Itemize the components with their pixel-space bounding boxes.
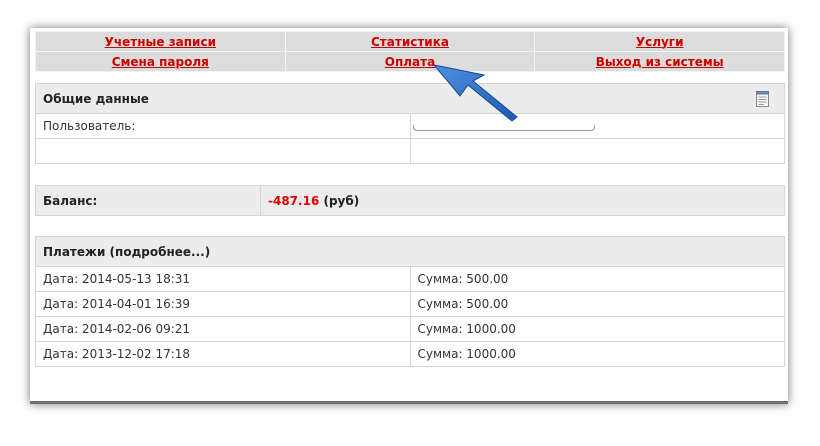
nav-link-logout[interactable]: Выход из системы bbox=[596, 55, 724, 69]
main-panel: Учетные записи Статистика Услуги Смена п… bbox=[30, 28, 788, 404]
payments-header: Платежи (подробнее...) bbox=[35, 236, 785, 267]
nav-cell-logout: Выход из системы bbox=[534, 51, 785, 72]
nav-cell-change-password: Смена пароля bbox=[35, 51, 286, 72]
user-label-cell: Пользователь: bbox=[35, 113, 411, 139]
payment-sum: Сумма: 500.00 bbox=[409, 291, 785, 317]
general-data-title: Общие данные bbox=[43, 91, 149, 106]
nav-cell-services: Услуги bbox=[534, 31, 785, 52]
balance-currency: (руб) bbox=[323, 193, 360, 208]
nav-link-payment[interactable]: Оплата bbox=[385, 55, 435, 69]
general-data-header: Общие данные bbox=[35, 83, 785, 114]
panel-bottom-border bbox=[30, 401, 788, 404]
payment-row: Дата: 2013-12-02 17:18 Сумма: 1000.00 bbox=[35, 341, 785, 367]
payment-row: Дата: 2014-05-13 18:31 Сумма: 500.00 bbox=[35, 266, 785, 292]
nav-link-statistics[interactable]: Статистика bbox=[371, 35, 449, 49]
payment-date: Дата: 2014-02-06 09:21 bbox=[35, 316, 411, 342]
arrow-pointer-icon bbox=[432, 64, 518, 122]
nav-link-services[interactable]: Услуги bbox=[636, 35, 684, 49]
notepad-icon[interactable] bbox=[756, 91, 770, 107]
balance-label: Баланс: bbox=[43, 193, 98, 208]
payment-sum: Сумма: 1000.00 bbox=[409, 341, 785, 367]
nav-cell-accounts: Учетные записи bbox=[35, 31, 286, 52]
balance-section: Баланс: -487.16 (руб) bbox=[35, 185, 785, 216]
balance-value-cell: -487.16 (руб) bbox=[260, 185, 785, 216]
empty-label-cell bbox=[35, 138, 411, 164]
nav-link-change-password[interactable]: Смена пароля bbox=[112, 55, 209, 69]
nav-link-accounts[interactable]: Учетные записи bbox=[105, 35, 216, 49]
general-data-section: Общие данные Пользователь: bbox=[35, 83, 785, 164]
payment-date: Дата: 2013-12-02 17:18 bbox=[35, 341, 411, 367]
payment-date: Дата: 2014-05-13 18:31 bbox=[35, 266, 411, 292]
payment-sum: Сумма: 1000.00 bbox=[409, 316, 785, 342]
payment-date: Дата: 2014-04-01 16:39 bbox=[35, 291, 411, 317]
payment-sum: Сумма: 500.00 bbox=[409, 266, 785, 292]
payment-row: Дата: 2014-04-01 16:39 Сумма: 500.00 bbox=[35, 291, 785, 317]
balance-amount: -487.16 bbox=[268, 193, 320, 208]
nav-cell-statistics: Статистика bbox=[284, 31, 536, 52]
payments-section: Платежи (подробнее...) Дата: 2014-05-13 … bbox=[35, 236, 785, 367]
nav-menu: Учетные записи Статистика Услуги Смена п… bbox=[35, 31, 785, 72]
user-field[interactable] bbox=[412, 124, 595, 131]
payments-title[interactable]: Платежи (подробнее...) bbox=[43, 245, 210, 259]
user-label: Пользователь: bbox=[43, 119, 136, 133]
balance-label-cell: Баланс: bbox=[35, 185, 261, 216]
payment-row: Дата: 2014-02-06 09:21 Сумма: 1000.00 bbox=[35, 316, 785, 342]
empty-value-cell bbox=[409, 138, 785, 164]
